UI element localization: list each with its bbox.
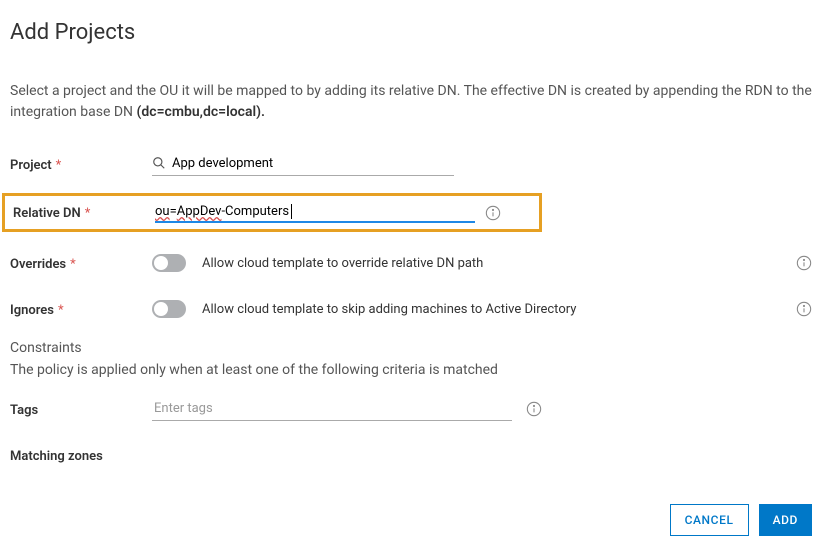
overrides-toggle[interactable] xyxy=(152,254,186,272)
overrides-row: Overrides* Allow cloud template to overr… xyxy=(10,246,812,280)
ignores-desc: Allow cloud template to skip adding mach… xyxy=(202,302,780,317)
constraints-sub: The policy is applied only when at least… xyxy=(10,362,812,378)
relative-dn-label: Relative DN* xyxy=(9,204,155,221)
matching-zones-row: Matching zones xyxy=(10,438,812,472)
matching-zones-label: Matching zones xyxy=(10,447,152,464)
intro-text: Select a project and the OU it will be m… xyxy=(10,81,812,123)
constraints-heading: Constraints xyxy=(10,340,812,356)
ignores-toggle[interactable] xyxy=(152,300,186,318)
relative-dn-input[interactable]: ou=AppDev-Computers xyxy=(155,202,475,223)
info-icon[interactable] xyxy=(485,205,501,221)
overrides-desc: Allow cloud template to override relativ… xyxy=(202,256,780,271)
tags-label: Tags xyxy=(10,401,152,418)
info-icon[interactable] xyxy=(796,301,812,317)
page-title: Add Projects xyxy=(10,20,812,45)
footer-actions: CANCEL ADD xyxy=(670,504,812,536)
tags-input[interactable] xyxy=(152,397,512,421)
add-button[interactable]: ADD xyxy=(759,504,812,536)
project-input[interactable] xyxy=(152,152,454,176)
ignores-row: Ignores* Allow cloud template to skip ad… xyxy=(10,292,812,326)
info-icon[interactable] xyxy=(526,401,542,417)
tags-row: Tags xyxy=(10,392,812,426)
info-icon[interactable] xyxy=(796,255,812,271)
project-row: Project* xyxy=(10,147,812,181)
overrides-label: Overrides* xyxy=(10,255,152,272)
project-label: Project* xyxy=(10,156,152,173)
cancel-button[interactable]: CANCEL xyxy=(670,504,749,536)
ignores-label: Ignores* xyxy=(10,301,152,318)
relative-dn-row: Relative DN* ou=AppDev-Computers xyxy=(2,193,542,232)
